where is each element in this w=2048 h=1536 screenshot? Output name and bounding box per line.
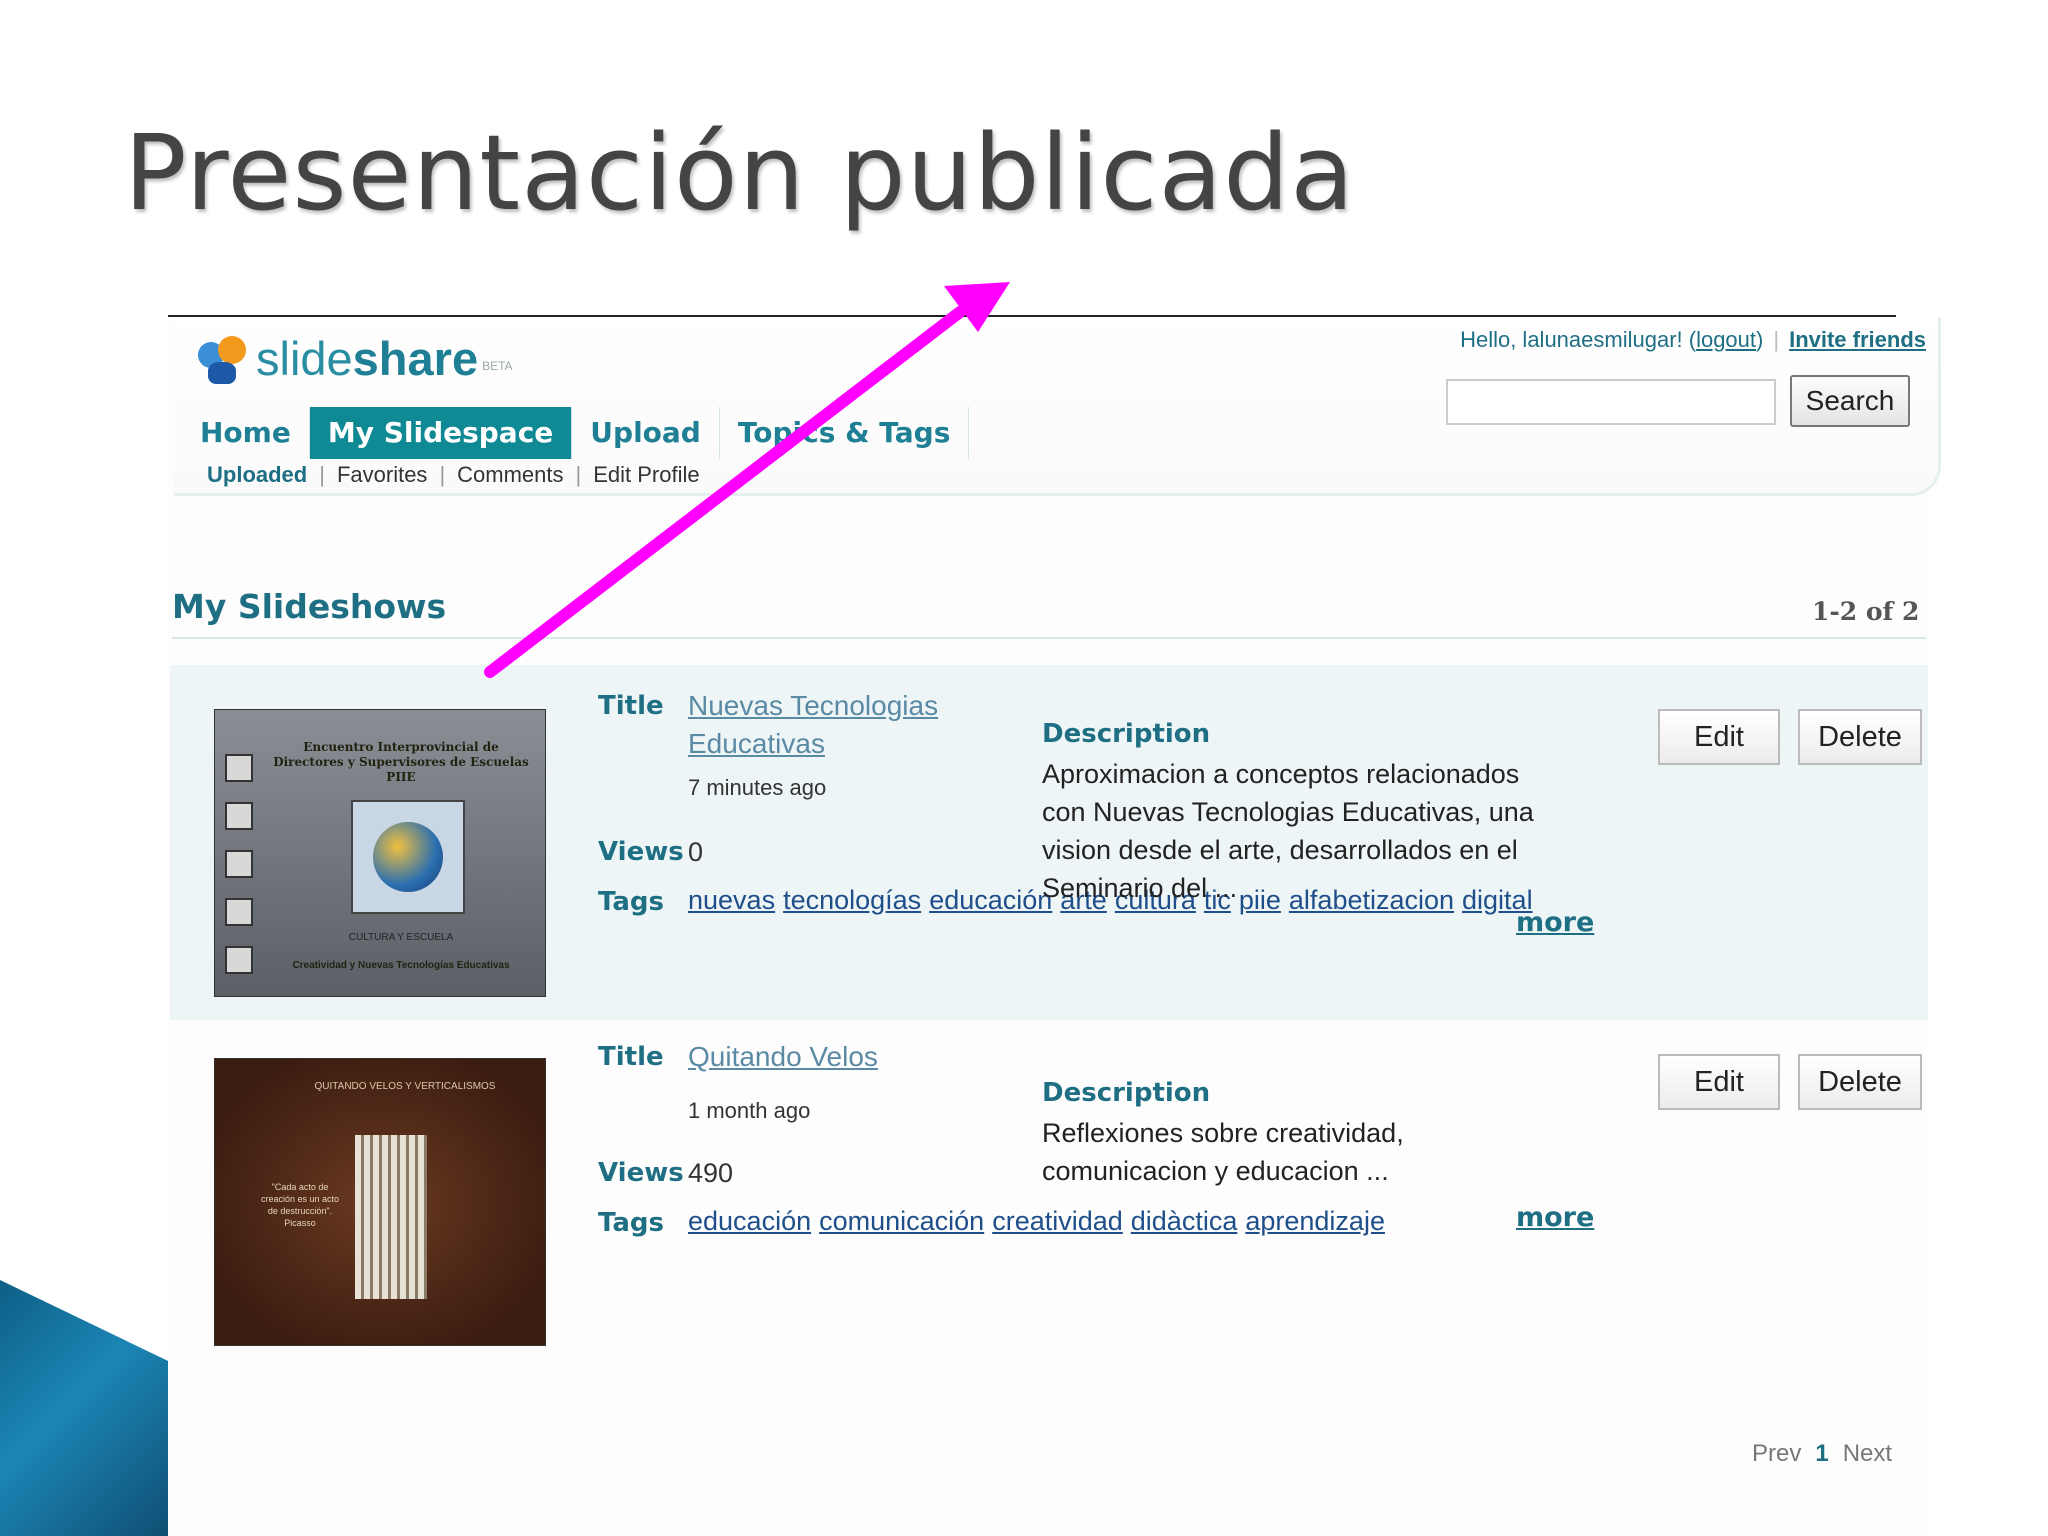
edit-button[interactable]: Edit	[1658, 1054, 1780, 1110]
edit-button[interactable]: Edit	[1658, 709, 1780, 765]
slideshow-row: Encuentro Interprovincial de Directores …	[170, 665, 1928, 1020]
slideshow-title-link[interactable]: Nuevas Tecnologias Educativas	[688, 687, 988, 763]
thumbnail-heading: Encuentro Interprovincial de Directores …	[273, 740, 529, 784]
description-text: Aproximacion a conceptos relacionados co…	[1042, 759, 1534, 903]
slideshow-thumbnail[interactable]: QUITANDO VELOS Y VERTICALISMOS "Cada act…	[214, 1058, 546, 1346]
thumbnail-quote: "Cada acto de creación es un acto de des…	[260, 1182, 340, 1228]
subnav-comments[interactable]: Comments	[457, 462, 563, 487]
delete-button[interactable]: Delete	[1798, 1054, 1922, 1110]
slideshare-logo-icon	[196, 332, 250, 386]
slideshow-row: QUITANDO VELOS Y VERTICALISMOS "Cada act…	[170, 1020, 1928, 1360]
tag-link[interactable]: comunicación	[819, 1206, 984, 1236]
thumbnail-footer: Creatividad y Nuevas Tecnologías Educati…	[292, 960, 510, 971]
views-label: Views	[598, 1158, 684, 1188]
logout-link[interactable]: logout	[1696, 327, 1756, 352]
main-nav: Home My Slidespace Upload Topics & Tags	[182, 407, 970, 459]
prev-page-link[interactable]: Prev	[1752, 1440, 1801, 1467]
slideshare-logo[interactable]: slideshare BETA	[196, 331, 513, 386]
logo-wordmark: slideshare	[256, 332, 479, 385]
thumbnail-subheading: CULTURA Y ESCUELA	[348, 932, 454, 943]
current-page: 1	[1815, 1440, 1829, 1467]
title-label: Title	[598, 691, 664, 721]
tag-list: nuevas tecnologías educación arte cultura tic…	[688, 881, 1533, 919]
thumbnail-icon-strip	[225, 754, 253, 974]
views-label: Views	[598, 837, 684, 867]
tag-list: educación comunicación creatividad didàctic…	[688, 1202, 1385, 1240]
slideshare-screenshot: slideshare BETA Home My Slidespace Uploa…	[168, 315, 1941, 1536]
thumbnail-heading: QUITANDO VELOS Y VERTICALISMOS	[314, 1081, 496, 1092]
globe-icon	[351, 800, 465, 914]
sub-nav: Uploaded | Favorites | Comments | Edit Profile	[207, 462, 700, 487]
site-header: slideshare BETA Home My Slidespace Uploa…	[174, 317, 1941, 496]
views-count: 0	[688, 837, 704, 867]
description-label: Description	[1042, 719, 1211, 749]
next-page-link[interactable]: Next	[1843, 1440, 1892, 1467]
section-divider	[172, 637, 1926, 639]
subnav-uploaded[interactable]: Uploaded	[207, 462, 307, 487]
thumbnail-image	[355, 1135, 427, 1299]
delete-button[interactable]: Delete	[1798, 709, 1922, 765]
description-text: Reflexiones sobre creatividad, comunicac…	[1042, 1118, 1404, 1186]
upload-age: 1 month ago	[688, 1098, 811, 1123]
search-input[interactable]	[1446, 379, 1776, 425]
subnav-favorites[interactable]: Favorites	[337, 462, 427, 487]
tag-link[interactable]: tecnologías	[783, 885, 921, 915]
decorative-corner-shape	[0, 1280, 170, 1536]
slideshow-thumbnail[interactable]: Encuentro Interprovincial de Directores …	[214, 709, 546, 997]
tab-my-slidespace[interactable]: My Slidespace	[309, 407, 573, 459]
search-button[interactable]: Search	[1790, 375, 1910, 427]
views-count: 490	[688, 1158, 734, 1188]
beta-badge: BETA	[482, 358, 513, 373]
tag-link[interactable]: educación	[688, 1206, 811, 1236]
tags-label: Tags	[598, 1208, 665, 1238]
upload-age: 7 minutes ago	[688, 775, 827, 800]
description-label: Description	[1042, 1078, 1211, 1108]
tag-link[interactable]: didàctica	[1131, 1206, 1238, 1236]
title-label: Title	[598, 1042, 664, 1072]
invite-friends-link[interactable]: Invite friends	[1789, 327, 1926, 352]
tag-link[interactable]: creatividad	[992, 1206, 1123, 1236]
slide-title: Presentación publicada	[124, 112, 1355, 234]
user-greeting: Hello, lalunaesmilugar! (logout) | Invite …	[1460, 327, 1926, 352]
subnav-edit-profile[interactable]: Edit Profile	[593, 462, 699, 487]
more-link[interactable]: more	[1516, 1202, 1594, 1233]
tags-label: Tags	[598, 887, 665, 917]
slideshow-title-link[interactable]: Quitando Velos	[688, 1038, 988, 1076]
my-slideshows-heading: My Slideshows	[172, 587, 447, 626]
tag-link[interactable]: aprendizaje	[1245, 1206, 1385, 1236]
tag-link[interactable]: educación	[929, 885, 1052, 915]
tag-link[interactable]: nuevas	[688, 885, 775, 915]
tab-topics-tags[interactable]: Topics & Tags	[720, 407, 970, 459]
tab-home[interactable]: Home	[182, 407, 310, 459]
pagination: Prev 1 Next	[1752, 1440, 1892, 1468]
result-count: 1-2 of 2	[1812, 597, 1920, 626]
more-link[interactable]: more	[1516, 907, 1594, 938]
tab-upload[interactable]: Upload	[572, 407, 720, 459]
